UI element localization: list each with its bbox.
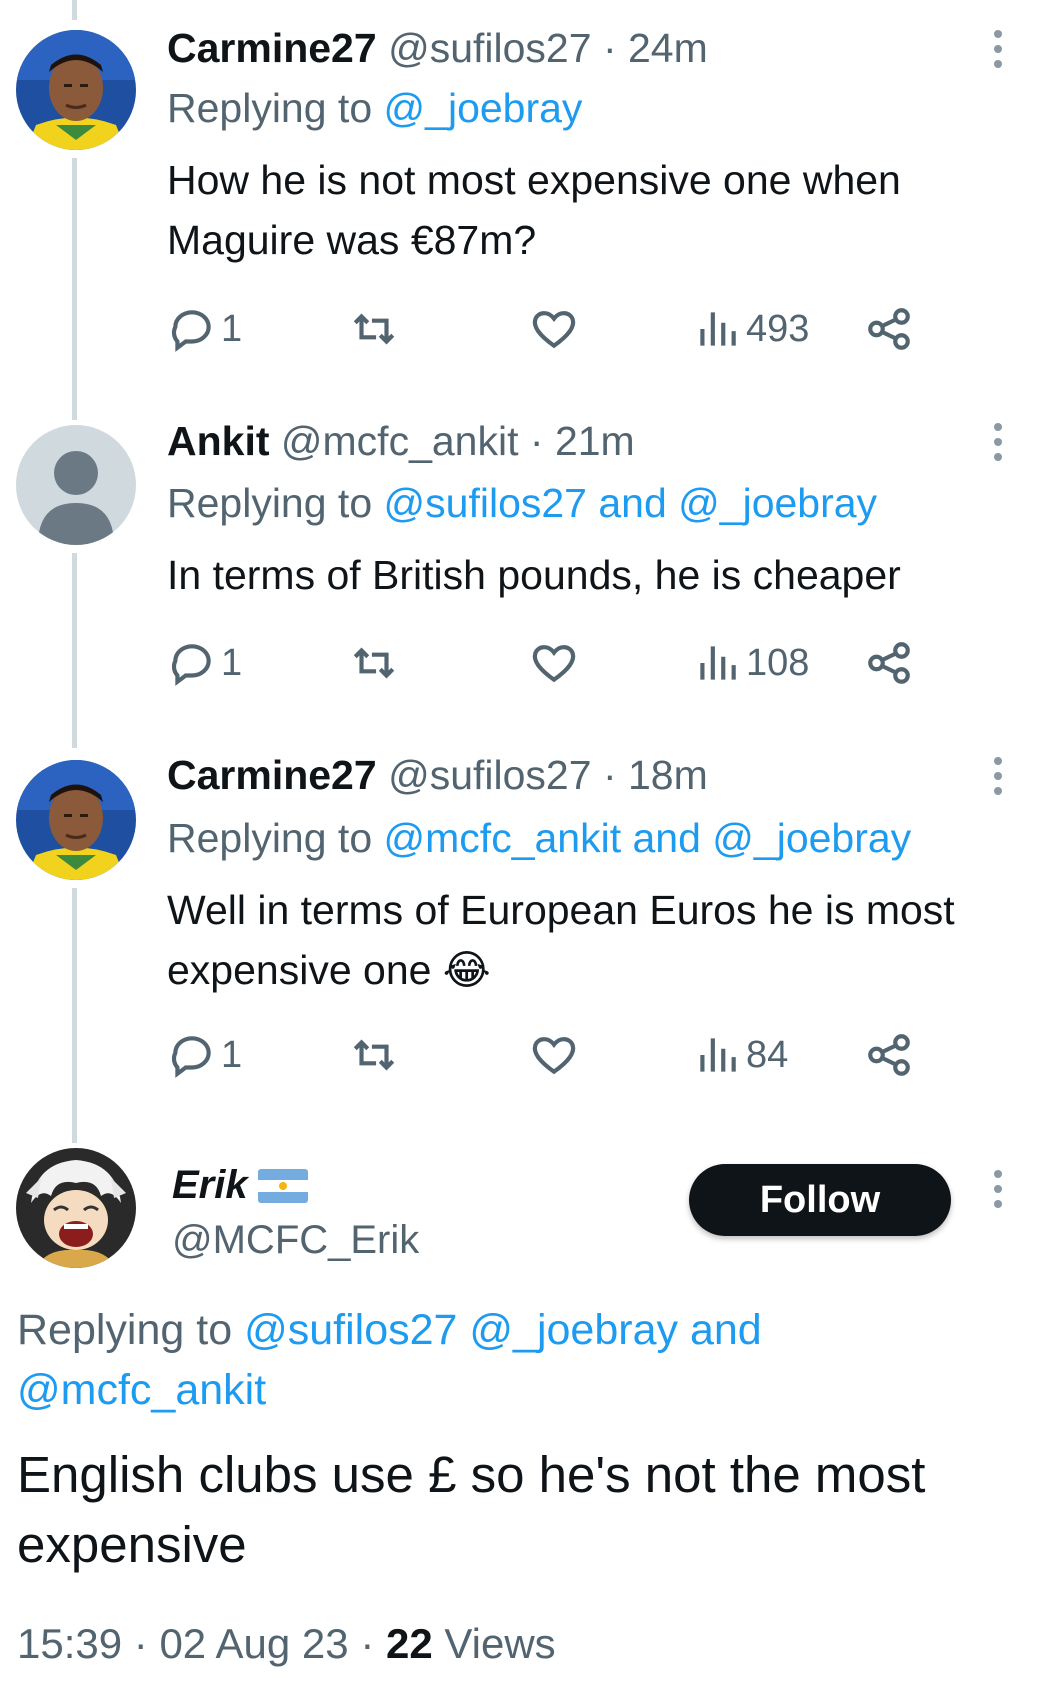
thread-line	[72, 888, 77, 1143]
separator: ·	[602, 25, 617, 71]
share-icon	[868, 642, 910, 684]
reply-button[interactable]: 1	[167, 638, 242, 688]
avatar[interactable]	[16, 425, 136, 545]
timestamp[interactable]: 24m	[628, 25, 708, 71]
retweet-icon	[353, 647, 395, 679]
mention-links[interactable]: @sufilos27 and @_joebray	[384, 480, 878, 526]
tweet-actions: 1 108	[167, 638, 997, 688]
author-name[interactable]: Carmine27	[167, 25, 377, 71]
post-time[interactable]: 15:39	[17, 1620, 122, 1667]
like-icon	[532, 311, 576, 349]
tweet-actions: 1 493	[167, 304, 997, 354]
like-button[interactable]	[529, 638, 579, 688]
views-count: 493	[746, 307, 810, 350]
views-label: Views	[444, 1620, 556, 1667]
like-button[interactable]	[529, 1030, 579, 1080]
separator: ·	[529, 418, 544, 464]
reply-count: 1	[221, 1033, 243, 1076]
retweet-button[interactable]	[349, 1030, 399, 1080]
tweet-text: English clubs use £ so he's not the most…	[17, 1446, 926, 1573]
share-button[interactable]	[864, 638, 914, 688]
like-button[interactable]	[529, 304, 579, 354]
share-button[interactable]	[864, 304, 914, 354]
author-name[interactable]: Erik	[172, 1163, 308, 1208]
views-count: 84	[746, 1033, 789, 1076]
views-count: 108	[746, 641, 810, 684]
like-icon	[532, 645, 576, 683]
avatar[interactable]	[16, 1148, 136, 1268]
views-button[interactable]: 493	[692, 304, 809, 354]
tweet-header: Ankit @mcfc_ankit · 21m	[167, 418, 635, 465]
thread-line	[72, 0, 77, 20]
more-icon[interactable]	[993, 1170, 1003, 1208]
like-icon	[532, 1037, 576, 1075]
timestamp[interactable]: 21m	[555, 418, 635, 464]
views-count: 22	[385, 1620, 433, 1667]
more-icon[interactable]	[993, 423, 1003, 461]
views-icon	[700, 646, 736, 680]
views-icon	[700, 312, 736, 346]
share-icon	[868, 308, 910, 350]
avatar[interactable]	[16, 30, 136, 150]
reply-count: 1	[221, 641, 243, 684]
author-handle[interactable]: @mcfc_ankit	[281, 418, 519, 464]
reply-count: 1	[221, 307, 243, 350]
views-button[interactable]: 84	[692, 1030, 788, 1080]
reply-button[interactable]: 1	[167, 304, 242, 354]
reply-button[interactable]: 1	[167, 1030, 242, 1080]
follow-button[interactable]: Follow	[689, 1164, 951, 1236]
retweet-button[interactable]	[349, 638, 399, 688]
tweet-actions: 1 84	[167, 1030, 997, 1080]
replying-to: Replying to @sufilos27 and @_joebray	[167, 480, 877, 527]
share-icon	[868, 1034, 910, 1076]
mention-links[interactable]: @mcfc_ankit and @_joebray	[384, 815, 912, 861]
retweet-button[interactable]	[349, 304, 399, 354]
tweet-text: In terms of British pounds, he is cheape…	[167, 552, 901, 598]
tweet-header: Carmine27 @sufilos27 · 18m	[167, 752, 708, 799]
share-button[interactable]	[864, 1030, 914, 1080]
replying-label: Replying to	[167, 480, 373, 526]
author-handle[interactable]: @sufilos27	[388, 752, 591, 798]
more-icon[interactable]	[993, 757, 1003, 795]
replying-label: Replying to	[17, 1306, 233, 1354]
avatar[interactable]	[16, 760, 136, 880]
thread-line	[72, 553, 77, 748]
replying-label: Replying to	[167, 815, 373, 861]
reply-icon	[171, 644, 211, 686]
more-icon[interactable]	[993, 30, 1003, 68]
separator: ·	[602, 752, 617, 798]
author-handle[interactable]: @sufilos27	[388, 25, 591, 71]
reply-icon	[171, 1036, 211, 1078]
replying-to: Replying to @sufilos27 @_joebray and @mc…	[17, 1300, 1017, 1420]
tweet-text: How he is not most expensive one when Ma…	[167, 157, 901, 263]
author-name[interactable]: Ankit	[167, 418, 270, 464]
post-date[interactable]: 02 Aug 23	[159, 1620, 348, 1667]
replying-label: Replying to	[167, 85, 373, 131]
argentina-flag-icon	[257, 1168, 308, 1203]
separator: ·	[133, 1620, 148, 1667]
mention-links[interactable]: @_joebray	[384, 85, 583, 131]
tweet-meta: 15:39 · 02 Aug 23 · 22 Views	[17, 1620, 556, 1668]
retweet-icon	[353, 313, 395, 345]
author-name-text: Erik	[172, 1163, 248, 1207]
timestamp[interactable]: 18m	[628, 752, 708, 798]
thread-line	[72, 158, 77, 420]
reply-icon	[171, 310, 211, 352]
tweet-text: Well in terms of European Euros he is mo…	[167, 887, 955, 993]
replying-to: Replying to @_joebray	[167, 85, 582, 132]
tweet-header: Carmine27 @sufilos27 · 24m	[167, 25, 708, 72]
separator: ·	[360, 1620, 375, 1667]
views-icon	[700, 1038, 736, 1072]
retweet-icon	[353, 1039, 395, 1071]
author-name[interactable]: Carmine27	[167, 752, 377, 798]
views-button[interactable]: 108	[692, 638, 809, 688]
replying-to: Replying to @mcfc_ankit and @_joebray	[167, 815, 911, 862]
author-handle[interactable]: @MCFC_Erik	[172, 1218, 419, 1263]
